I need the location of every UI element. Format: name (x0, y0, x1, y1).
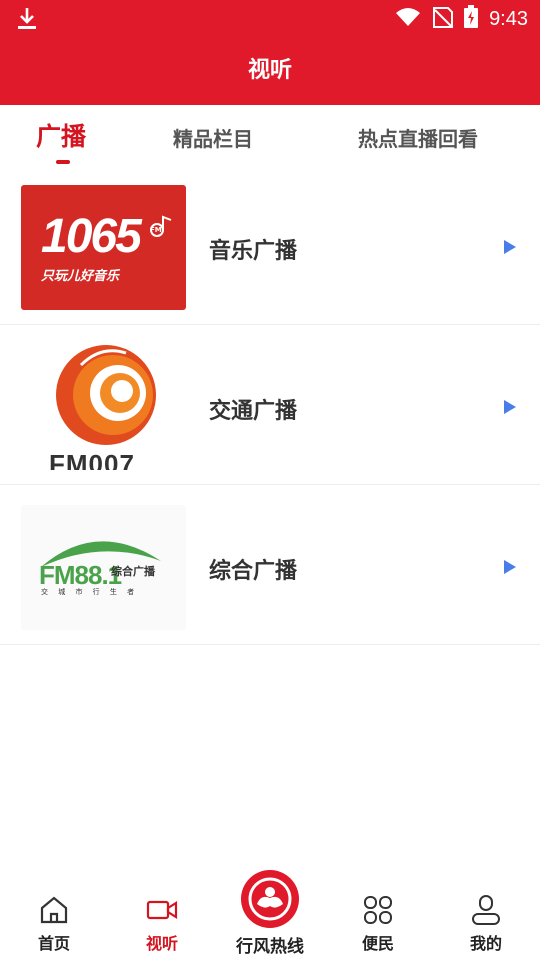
battery-charging-icon (463, 5, 479, 33)
home-icon (38, 894, 70, 926)
traffic-channel-logo: FM007 (21, 345, 186, 470)
tab-live-replay[interactable]: 热点直播回看 (358, 123, 478, 152)
general-channel-logo: FM88.1 综合广播 交 城 市 行 生 者 (21, 505, 186, 630)
app-header: 9:43 视听 (0, 0, 540, 105)
play-icon[interactable] (504, 560, 516, 574)
nav-hotline-label[interactable]: 行风热线 (216, 932, 324, 957)
download-icon (16, 6, 38, 34)
video-camera-icon (146, 894, 178, 926)
page-title: 视听 (247, 58, 292, 83)
play-icon[interactable] (504, 240, 516, 254)
nav-video-label: 视听 (145, 934, 178, 953)
grid-icon (362, 894, 394, 926)
fm881-logo-sub: 交 城 市 行 生 者 (41, 588, 139, 596)
tab-featured-programs[interactable]: 精品栏目 (173, 123, 253, 152)
bottom-navigation: 首页 视听 行风热线 便民 我的 (0, 870, 540, 960)
tab-broadcast[interactable]: 广播 (36, 117, 86, 153)
channel-row-general[interactable]: FM88.1 综合广播 交 城 市 行 生 者 综合广播 (0, 485, 540, 645)
profile-icon (470, 894, 502, 926)
channel-row-traffic[interactable]: FM007 交通广播 (0, 325, 540, 485)
no-signal-icon (431, 6, 454, 32)
channel-row-music[interactable]: 1065 FM 只玩儿好音乐 音乐广播 (0, 165, 540, 325)
logo-1065-slogan: 只玩儿好音乐 (41, 269, 120, 284)
channel-name: 综合广播 (209, 559, 298, 584)
music-channel-logo: 1065 FM 只玩儿好音乐 (21, 185, 186, 310)
channel-name: 音乐广播 (209, 239, 298, 264)
category-tabs: 广播 精品栏目 热点直播回看 (0, 105, 540, 167)
nav-profile-label: 我的 (469, 934, 502, 953)
hotline-button[interactable] (241, 870, 299, 928)
fm007-logo-text: FM007 (49, 449, 135, 470)
nav-services-label: 便民 (361, 934, 394, 953)
active-tab-indicator (56, 160, 70, 164)
play-icon[interactable] (504, 400, 516, 414)
status-time: 9:43 (489, 7, 528, 30)
status-icons: 9:43 (395, 5, 528, 33)
status-bar: 9:43 (0, 0, 540, 36)
fm881-logo-cn: 综合广播 (111, 565, 155, 578)
logo-1065-text: 1065 (41, 210, 142, 263)
nav-home[interactable]: 首页 (0, 880, 108, 960)
wifi-icon (395, 7, 421, 31)
logo-1065-fm: FM (150, 226, 162, 234)
nav-video[interactable]: 视听 (108, 880, 216, 960)
channel-name: 交通广播 (209, 399, 298, 424)
nav-services[interactable]: 便民 (324, 880, 432, 960)
nav-home-label: 首页 (37, 934, 70, 953)
nav-profile[interactable]: 我的 (432, 880, 540, 960)
hotline-icon (248, 877, 292, 921)
channel-list: 1065 FM 只玩儿好音乐 音乐广播 FM007 交通广播 FM88.1 综合… (0, 165, 540, 645)
